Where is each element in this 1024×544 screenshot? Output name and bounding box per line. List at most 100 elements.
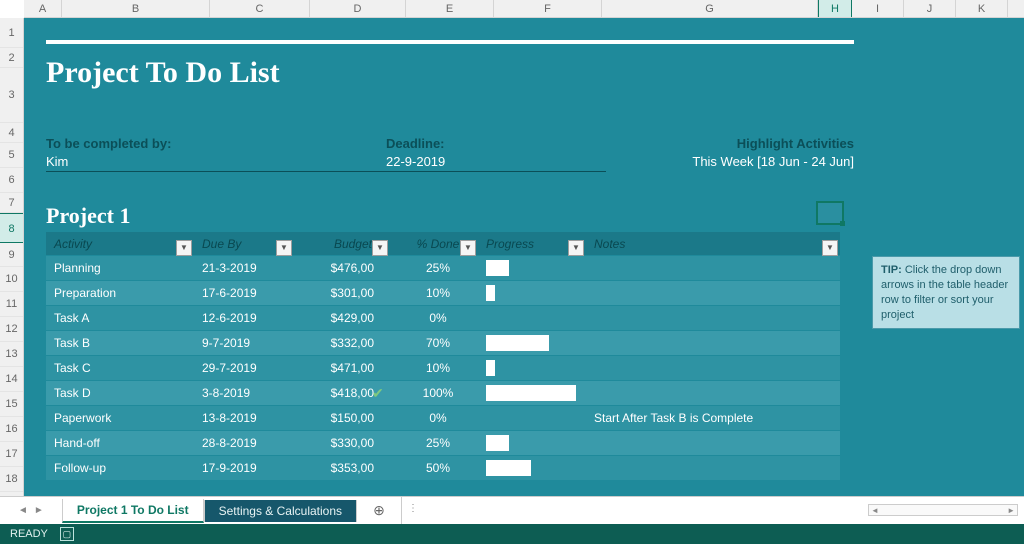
row-header-2[interactable]: 2: [0, 48, 23, 68]
column-header-K[interactable]: K: [956, 0, 1008, 17]
cell-done[interactable]: 10%: [390, 286, 478, 300]
cell-due[interactable]: 17-6-2019: [194, 286, 294, 300]
table-row[interactable]: Task D3-8-2019$418,00✔100%: [46, 381, 840, 406]
cell-budget[interactable]: $330,00: [294, 436, 390, 450]
cell-progress[interactable]: [478, 310, 586, 326]
row-header-16[interactable]: 16: [0, 417, 23, 442]
column-header-C[interactable]: C: [210, 0, 310, 17]
add-sheet-button[interactable]: ⊕: [367, 501, 391, 520]
row-header-18[interactable]: 18: [0, 467, 23, 492]
row-header-9[interactable]: 9: [0, 243, 23, 267]
tab-next-icon[interactable]: ►: [34, 505, 44, 516]
row-header-10[interactable]: 10: [0, 267, 23, 292]
cell-notes[interactable]: Start After Task B is Complete: [586, 411, 840, 425]
column-header-D[interactable]: D: [310, 0, 406, 17]
table-row[interactable]: Hand-off28-8-2019$330,0025%: [46, 431, 840, 456]
macro-record-icon[interactable]: ▢: [60, 527, 74, 541]
column-header-J[interactable]: J: [904, 0, 956, 17]
table-row[interactable]: Preparation17-6-2019$301,0010%: [46, 281, 840, 306]
row-header-8[interactable]: 8: [0, 213, 23, 243]
cell-activity[interactable]: Task B: [46, 336, 194, 350]
column-header-A[interactable]: A: [24, 0, 62, 17]
cell-done[interactable]: 25%: [390, 261, 478, 275]
column-header-I[interactable]: I: [852, 0, 904, 17]
filter-dropdown-icon[interactable]: ▼: [822, 240, 838, 256]
cell-budget[interactable]: $476,00: [294, 261, 390, 275]
tab-nav-arrows[interactable]: ◄ ►: [0, 505, 62, 516]
row-header-14[interactable]: 14: [0, 367, 23, 392]
cell-due[interactable]: 29-7-2019: [194, 361, 294, 375]
sheet-tab-active[interactable]: Project 1 To Do List: [62, 499, 204, 523]
row-header-13[interactable]: 13: [0, 342, 23, 367]
cell-activity[interactable]: Hand-off: [46, 436, 194, 450]
row-header-3[interactable]: 3: [0, 68, 23, 123]
cell-progress[interactable]: [478, 285, 586, 301]
worksheet-canvas[interactable]: Project To Do List To be completed by: K…: [24, 18, 1024, 496]
filter-dropdown-icon[interactable]: ▼: [372, 240, 388, 256]
completed-by-value[interactable]: Kim: [46, 154, 386, 172]
column-header-F[interactable]: F: [494, 0, 602, 17]
tab-prev-icon[interactable]: ◄: [18, 505, 28, 516]
row-header-12[interactable]: 12: [0, 317, 23, 342]
cell-budget[interactable]: $429,00: [294, 311, 390, 325]
row-header-6[interactable]: 6: [0, 168, 23, 193]
cell-done[interactable]: 70%: [390, 336, 478, 350]
table-row[interactable]: Follow-up17-9-2019$353,0050%: [46, 456, 840, 481]
cell-activity[interactable]: Planning: [46, 261, 194, 275]
cell-budget[interactable]: $471,00: [294, 361, 390, 375]
column-header-E[interactable]: E: [406, 0, 494, 17]
table-row[interactable]: Task C29-7-2019$471,0010%: [46, 356, 840, 381]
cell-done[interactable]: 0%: [390, 311, 478, 325]
cell-budget[interactable]: $301,00: [294, 286, 390, 300]
cell-progress[interactable]: [478, 410, 586, 426]
row-header-15[interactable]: 15: [0, 392, 23, 417]
row-header-4[interactable]: 4: [0, 123, 23, 143]
row-header-5[interactable]: 5: [0, 143, 23, 168]
cell-due[interactable]: 12-6-2019: [194, 311, 294, 325]
cell-due[interactable]: 21-3-2019: [194, 261, 294, 275]
cell-done[interactable]: 10%: [390, 361, 478, 375]
cell-activity[interactable]: Follow-up: [46, 461, 194, 475]
cell-budget[interactable]: $353,00: [294, 461, 390, 475]
table-row[interactable]: Task A12-6-2019$429,000%: [46, 306, 840, 331]
cell-due[interactable]: 9-7-2019: [194, 336, 294, 350]
cell-done[interactable]: 25%: [390, 436, 478, 450]
cell-progress[interactable]: [478, 335, 586, 351]
cell-activity[interactable]: Preparation: [46, 286, 194, 300]
cell-activity[interactable]: Paperwork: [46, 411, 194, 425]
cell-progress[interactable]: [478, 360, 586, 376]
cell-progress[interactable]: [478, 460, 586, 476]
cell-done[interactable]: ✔100%: [390, 386, 478, 400]
table-row[interactable]: Planning21-3-2019$476,0025%: [46, 256, 840, 281]
cell-due[interactable]: 28-8-2019: [194, 436, 294, 450]
column-header-H[interactable]: H: [818, 0, 852, 17]
cell-activity[interactable]: Task D: [46, 386, 194, 400]
horizontal-scrollbar[interactable]: [868, 504, 1018, 516]
cell-due[interactable]: 13-8-2019: [194, 411, 294, 425]
cell-activity[interactable]: Task C: [46, 361, 194, 375]
cell-progress[interactable]: [478, 260, 586, 276]
cell-activity[interactable]: Task A: [46, 311, 194, 325]
deadline-value[interactable]: 22-9-2019: [386, 154, 606, 172]
row-header-7[interactable]: 7: [0, 193, 23, 213]
filter-dropdown-icon[interactable]: ▼: [276, 240, 292, 256]
column-header-B[interactable]: B: [62, 0, 210, 17]
column-header-G[interactable]: G: [602, 0, 818, 17]
cell-budget[interactable]: $332,00: [294, 336, 390, 350]
row-header-1[interactable]: 1: [0, 18, 23, 48]
table-row[interactable]: Paperwork13-8-2019$150,000%Start After T…: [46, 406, 840, 431]
sheet-tab-settings[interactable]: Settings & Calculations: [204, 500, 357, 522]
cell-progress[interactable]: [478, 435, 586, 451]
cell-done[interactable]: 0%: [390, 411, 478, 425]
cell-done[interactable]: 50%: [390, 461, 478, 475]
cell-due[interactable]: 3-8-2019: [194, 386, 294, 400]
cell-due[interactable]: 17-9-2019: [194, 461, 294, 475]
filter-dropdown-icon[interactable]: ▼: [568, 240, 584, 256]
row-header-17[interactable]: 17: [0, 442, 23, 467]
filter-dropdown-icon[interactable]: ▼: [176, 240, 192, 256]
row-header-11[interactable]: 11: [0, 292, 23, 317]
filter-dropdown-icon[interactable]: ▼: [460, 240, 476, 256]
table-row[interactable]: Task B9-7-2019$332,0070%: [46, 331, 840, 356]
cell-progress[interactable]: [478, 385, 586, 401]
highlight-value[interactable]: This Week [18 Jun - 24 Jun]: [606, 154, 854, 171]
